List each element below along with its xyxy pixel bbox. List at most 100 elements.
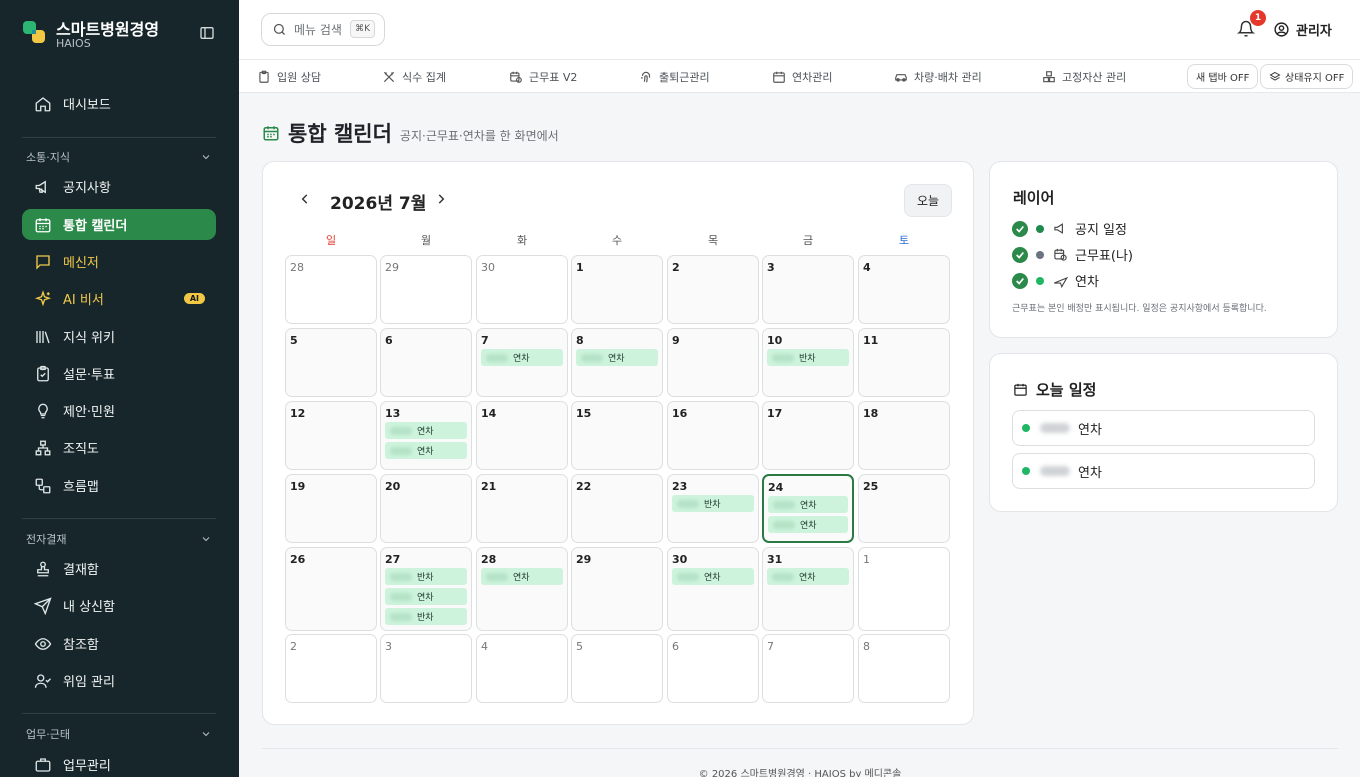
tab-schedule-v2[interactable]: 근무표 V2 [509, 60, 577, 93]
calendar-day-today[interactable]: 24 연차 연차 [762, 474, 854, 543]
sidebar-item-approval-box[interactable]: 결재함 [22, 553, 216, 584]
new-tabbar-toggle[interactable]: 새 탭바 OFF [1187, 64, 1259, 89]
sidebar-item-delegation[interactable]: 위임 관리 [22, 665, 216, 696]
calendar-day[interactable]: 2 [667, 255, 759, 324]
tab-fixed-assets[interactable]: 고정자산 관리 [1042, 60, 1126, 93]
calendar-event[interactable]: 반차 [767, 349, 849, 366]
calendar-day[interactable]: 14 [476, 401, 568, 470]
calendar-day[interactable]: 6 [380, 328, 472, 397]
calendar-event[interactable]: 연차 [768, 496, 848, 513]
calendar-day[interactable]: 23 반차 [667, 474, 759, 543]
calendar-day[interactable]: 1 [571, 255, 663, 324]
sidebar-toggle-icon[interactable] [199, 25, 215, 41]
calendar-event[interactable]: 연차 [385, 422, 467, 439]
calendar-day[interactable]: 2 [285, 634, 377, 703]
calendar-day[interactable]: 17 [762, 401, 854, 470]
calendar-day[interactable]: 20 [380, 474, 472, 543]
check-icon[interactable] [1012, 220, 1028, 237]
calendar-day[interactable]: 15 [571, 401, 663, 470]
tab-vehicle-dispatch[interactable]: 차량·배차 관리 [894, 60, 982, 93]
calendar-event[interactable]: 연차 [481, 349, 563, 366]
sidebar-item-my-submissions[interactable]: 내 상신함 [22, 590, 216, 621]
layer-notices[interactable]: 공지 일정 [1012, 219, 1127, 238]
check-icon[interactable] [1012, 272, 1028, 289]
tab-attendance[interactable]: 출퇴근관리 [639, 60, 710, 93]
calendar-day[interactable]: 27 반차 연차 반차 [380, 547, 472, 631]
calendar-day[interactable]: 9 [667, 328, 759, 397]
sidebar-item-dashboard[interactable]: 대시보드 [22, 88, 216, 119]
sidebar-section-communication[interactable]: 소통·지식 [26, 149, 212, 165]
calendar-day[interactable]: 3 [380, 634, 472, 703]
check-icon[interactable] [1012, 246, 1028, 263]
calendar-day[interactable]: 30 [476, 255, 568, 324]
today-event[interactable]: 연차 [1012, 453, 1315, 489]
calendar-day[interactable]: 31 연차 [762, 547, 854, 631]
calendar-day[interactable]: 8 연차 [571, 328, 663, 397]
calendar-day[interactable]: 22 [571, 474, 663, 543]
calendar-day[interactable]: 29 [571, 547, 663, 631]
next-month-icon[interactable] [434, 192, 448, 206]
calendar-day[interactable]: 5 [285, 328, 377, 397]
calendar-day[interactable]: 13 연차 연차 [380, 401, 472, 470]
calendar-day[interactable]: 30 연차 [667, 547, 759, 631]
calendar-day[interactable]: 8 [858, 634, 950, 703]
tab-admission-consult[interactable]: 입원 상담 [257, 60, 321, 93]
calendar-day[interactable]: 16 [667, 401, 759, 470]
calendar-day[interactable]: 7 연차 [476, 328, 568, 397]
calendar-day[interactable]: 4 [476, 634, 568, 703]
calendar-day[interactable]: 19 [285, 474, 377, 543]
calendar-day[interactable]: 26 [285, 547, 377, 631]
calendar-day[interactable]: 4 [858, 255, 950, 324]
sparkles-icon [34, 289, 52, 308]
calendar-event[interactable]: 반차 [385, 568, 467, 585]
sidebar-item-notices[interactable]: 공지사항 [22, 171, 216, 202]
calendar-day[interactable]: 18 [858, 401, 950, 470]
calendar-day[interactable]: 3 [762, 255, 854, 324]
calendar-event[interactable]: 연차 [481, 568, 563, 585]
layer-leave[interactable]: 연차 [1012, 271, 1099, 290]
calendar-day[interactable]: 25 [858, 474, 950, 543]
sidebar-item-ai-assistant[interactable]: AI 비서 AI [22, 283, 216, 314]
calendar-event[interactable]: 연차 [767, 568, 849, 585]
calendar-event[interactable]: 연차 [385, 588, 467, 605]
calendar-day[interactable]: 6 [667, 634, 759, 703]
user-circle-icon [1273, 21, 1290, 38]
sidebar-item-org-chart[interactable]: 조직도 [22, 432, 216, 463]
calendar-day[interactable]: 5 [571, 634, 663, 703]
tab-meal-count[interactable]: 식수 집계 [382, 60, 446, 93]
sidebar-item-wiki[interactable]: 지식 위키 [22, 321, 216, 352]
calendar-day[interactable]: 7 [762, 634, 854, 703]
search-input[interactable]: 메뉴 검색 ⌘K [261, 13, 385, 46]
sidebar-item-messenger[interactable]: 메신저 [22, 246, 216, 277]
sidebar-item-task-management[interactable]: 업무관리 [22, 749, 216, 777]
calendar-day[interactable]: 1 [858, 547, 950, 631]
sidebar-item-suggestions[interactable]: 제안·민원 [22, 395, 216, 426]
state-keep-toggle[interactable]: 상태유지 OFF [1260, 64, 1354, 89]
today-button[interactable]: 오늘 [904, 184, 952, 217]
calendar-day[interactable]: 28 [285, 255, 377, 324]
calendar-event[interactable]: 연차 [576, 349, 658, 366]
calendar-day[interactable]: 21 [476, 474, 568, 543]
sidebar-section-approval[interactable]: 전자결재 [26, 531, 212, 547]
sidebar-item-calendar[interactable]: 통합 캘린더 [22, 209, 216, 240]
calendar-event[interactable]: 연차 [768, 516, 848, 533]
calendar-event[interactable]: 반차 [385, 608, 467, 625]
calendar-day[interactable]: 12 [285, 401, 377, 470]
calendar-event[interactable]: 반차 [672, 495, 754, 512]
calendar-day[interactable]: 28 연차 [476, 547, 568, 631]
layer-my-schedule[interactable]: 근무표(나) [1012, 245, 1133, 264]
sidebar-item-flowmap[interactable]: 흐름맵 [22, 470, 216, 501]
today-event[interactable]: 연차 [1012, 410, 1315, 446]
calendar-event[interactable]: 연차 [672, 568, 754, 585]
sidebar-section-work[interactable]: 업무·근태 [26, 726, 212, 742]
calendar-day[interactable]: 29 [380, 255, 472, 324]
prev-month-icon[interactable] [298, 192, 312, 206]
brand[interactable]: 스마트병원경영 HAIOS [22, 14, 222, 54]
sidebar-item-cc-box[interactable]: 참조함 [22, 628, 216, 659]
user-menu[interactable]: 관리자 [1273, 20, 1332, 39]
calendar-event[interactable]: 연차 [385, 442, 467, 459]
tab-leave-management[interactable]: 연차관리 [772, 60, 832, 93]
calendar-day[interactable]: 11 [858, 328, 950, 397]
calendar-day[interactable]: 10 반차 [762, 328, 854, 397]
sidebar-item-survey[interactable]: 설문·투표 [22, 358, 216, 389]
